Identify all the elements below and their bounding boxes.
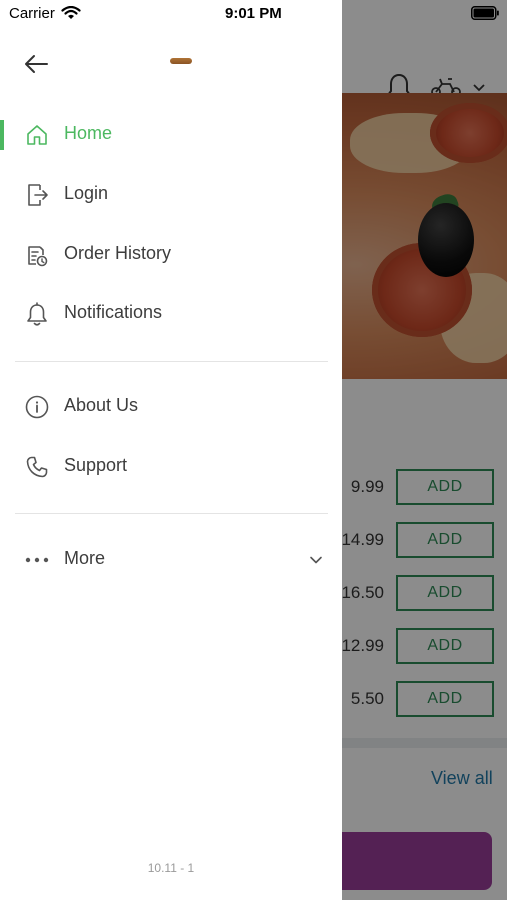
menu-divider	[15, 513, 328, 514]
menu-item-label: Notifications	[64, 302, 163, 322]
battery-icon	[471, 6, 499, 20]
menu-item-label: Support	[64, 455, 128, 475]
menu-item-more[interactable]: More	[0, 535, 342, 585]
menu-item-label: Home	[64, 123, 113, 143]
more-dots-icon	[24, 547, 50, 573]
menu-divider	[15, 361, 328, 362]
arrow-left-icon	[25, 55, 48, 73]
menu-item-about-us[interactable]: About Us	[0, 382, 342, 432]
menu-item-home[interactable]: Home	[0, 110, 342, 160]
login-icon	[24, 182, 50, 208]
bell-icon	[24, 301, 50, 327]
home-icon	[24, 122, 50, 148]
app-version: 10.11 - 1	[147, 861, 195, 875]
wifi-icon	[61, 6, 81, 19]
menu-item-label: About Us	[64, 395, 139, 415]
status-bar: Carrier 9:01 PM	[0, 0, 507, 28]
menu-item-label: More	[64, 548, 106, 568]
menu-item-label: Login	[64, 183, 109, 203]
chevron-down-icon[interactable]	[308, 552, 324, 568]
carrier-label: Carrier	[9, 5, 55, 22]
back-button[interactable]	[20, 48, 52, 80]
menu-item-login[interactable]: Login	[0, 170, 342, 220]
menu-item-support[interactable]: Support	[0, 442, 342, 492]
navigation-drawer: Home Login Order History Notifications A…	[0, 0, 342, 900]
info-icon	[24, 394, 50, 420]
menu-item-order-history[interactable]: Order History	[0, 230, 342, 280]
menu-item-notifications[interactable]: Notifications	[0, 289, 342, 339]
receipt-clock-icon	[24, 242, 50, 268]
menu-item-label: Order History	[64, 243, 172, 263]
clock: 9:01 PM	[225, 5, 282, 22]
phone-icon	[24, 454, 50, 480]
active-indicator	[0, 120, 4, 150]
brand-logo	[170, 58, 192, 64]
